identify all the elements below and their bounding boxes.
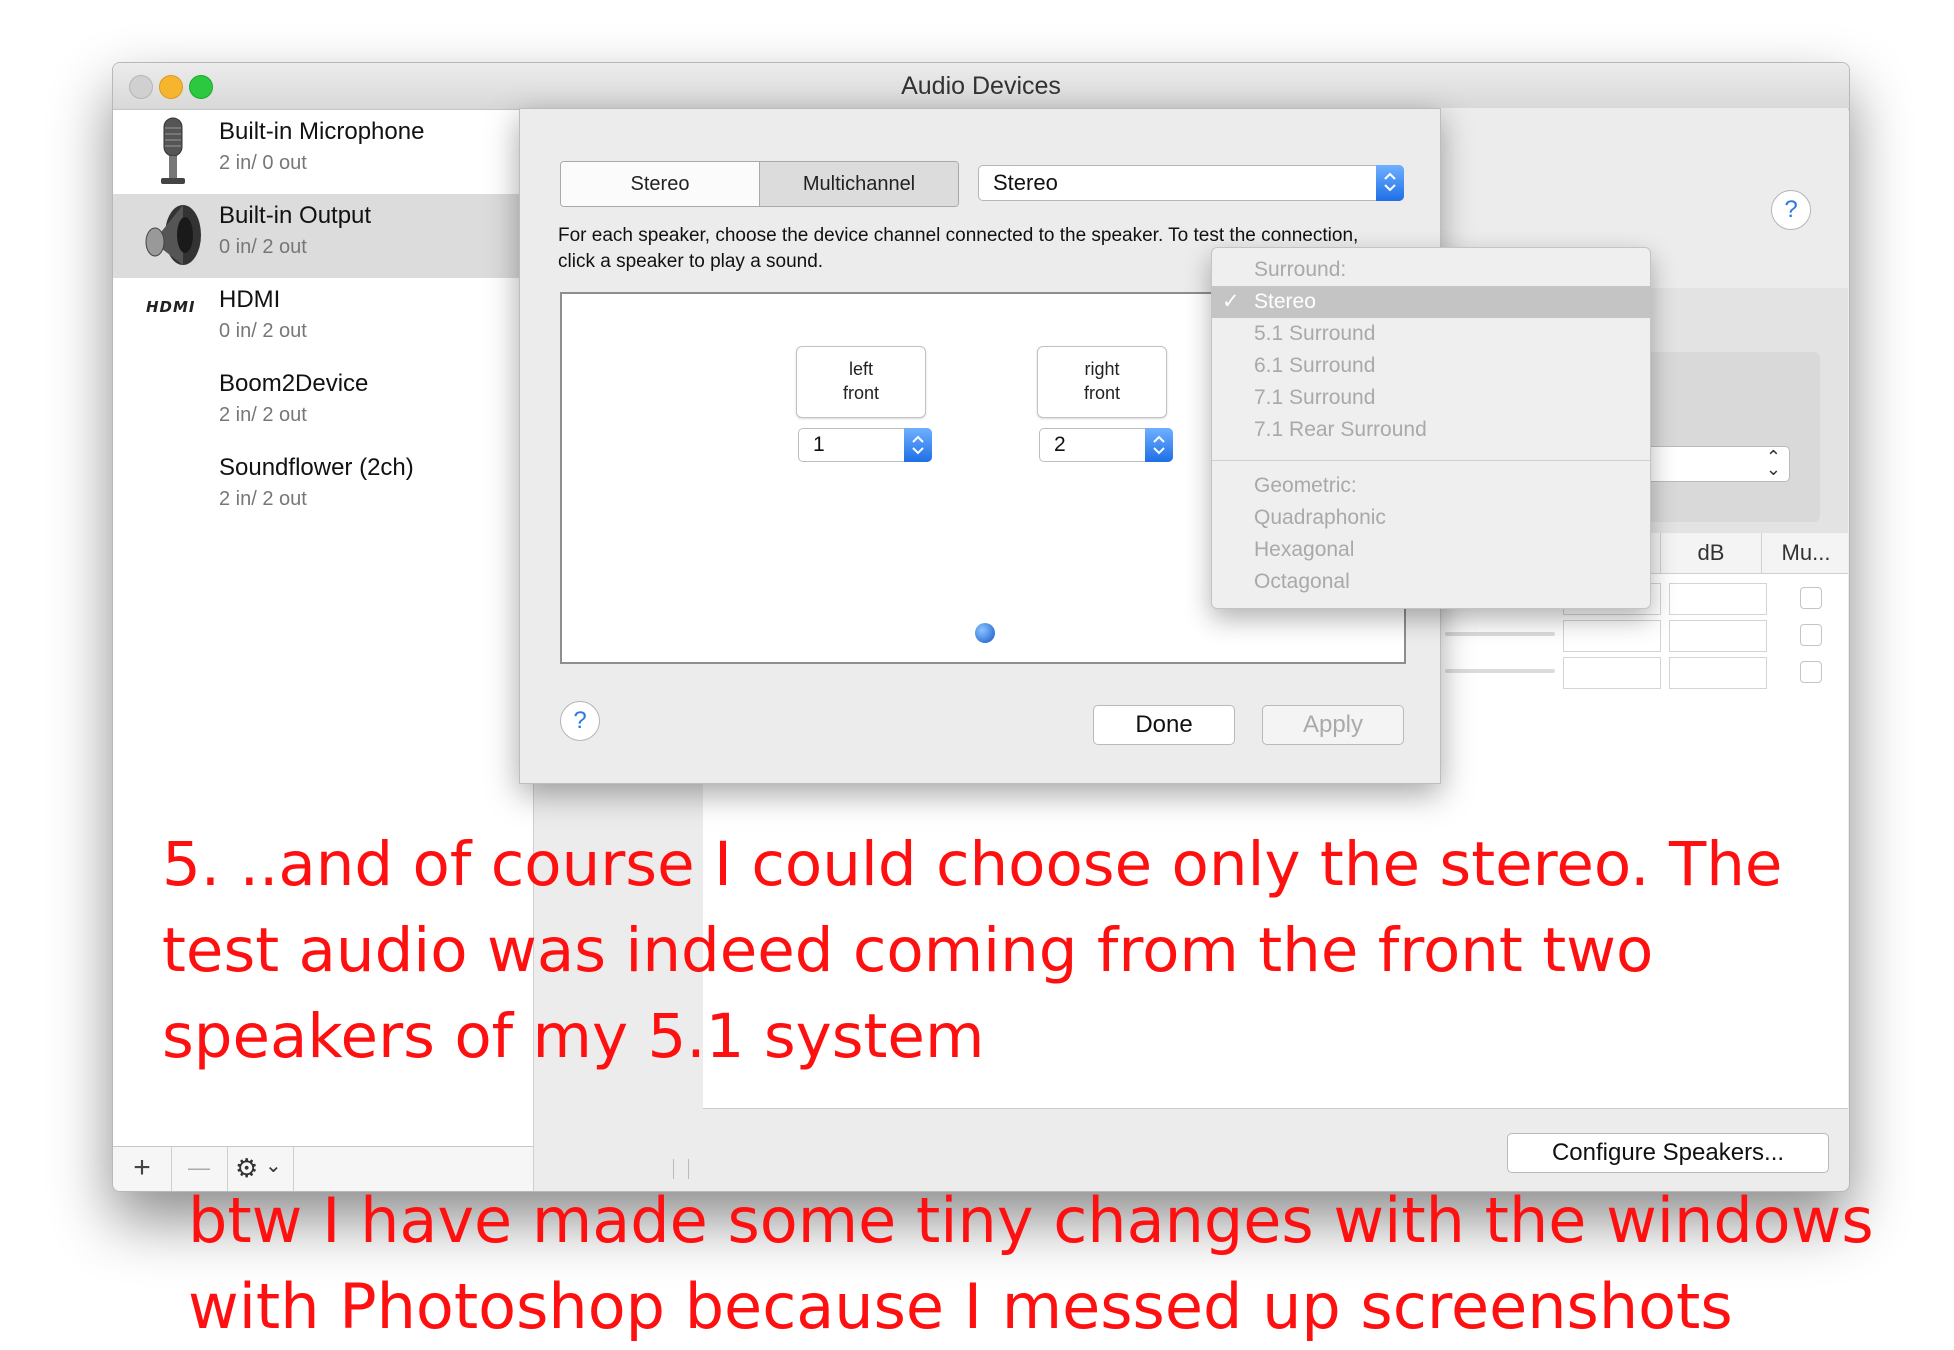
channel-value: 2 (1054, 433, 1066, 456)
speaker-label-line2: front (1083, 383, 1121, 403)
device-io: 2 in/ 2 out (219, 404, 307, 426)
annotation-bottom: btw I have made some tiny changes with t… (188, 1178, 1874, 1350)
col-mute-header[interactable]: Mu... (1764, 533, 1848, 573)
speaker-label-line1: left (848, 359, 873, 379)
mute-checkbox[interactable] (1800, 624, 1822, 646)
configure-speakers-button[interactable]: Configure Speakers... (1507, 1133, 1829, 1173)
configuration-popup-value: Stereo (993, 170, 1058, 195)
chevron-up-down-icon: ⌃ ⌄ (1765, 447, 1781, 479)
done-button[interactable]: Done (1093, 705, 1235, 745)
menu-header-geometric: Geometric: (1254, 474, 1357, 497)
annotation-main: 5. ..and of course I could choose only t… (162, 822, 1782, 1080)
channel-select-left[interactable]: 1 (798, 428, 932, 462)
channel-value: 1 (813, 433, 825, 456)
channel-select-right[interactable]: 2 (1039, 428, 1173, 462)
mute-checkbox[interactable] (1800, 587, 1822, 609)
title-bar[interactable]: Audio Devices (113, 63, 1849, 110)
speaker-right-front[interactable]: right front (1037, 346, 1167, 418)
tab-stereo[interactable]: Stereo (561, 162, 760, 206)
configuration-popup[interactable]: Stereo (978, 165, 1404, 201)
value-field[interactable] (1563, 620, 1661, 652)
device-item-built-in-output[interactable]: Built-in Output 0 in/ 2 out (113, 194, 533, 278)
speaker-label-line2: front (842, 383, 880, 403)
speaker-label-line1: right (1084, 359, 1120, 379)
listener-position-icon (975, 623, 995, 643)
chevron-up-down-icon (904, 428, 932, 462)
device-name: Soundflower (2ch) (219, 454, 414, 481)
add-device-button[interactable]: + (113, 1147, 172, 1191)
device-item-hdmi[interactable]: HDMI HDMI 0 in/ 2 out (113, 278, 533, 362)
menu-item-octagonal[interactable]: Octagonal (1212, 566, 1650, 598)
apply-button[interactable]: Apply (1262, 705, 1404, 745)
db-field[interactable] (1669, 620, 1767, 652)
device-item-built-in-microphone[interactable]: Built-in Microphone 2 in/ 0 out (113, 110, 533, 194)
device-name: Built-in Microphone (219, 118, 425, 145)
annotation-line: btw I have made some tiny changes with t… (188, 1184, 1874, 1257)
menu-item-7-1-surround[interactable]: 7.1 Surround (1212, 382, 1650, 414)
mute-checkbox[interactable] (1800, 661, 1822, 683)
menu-item-stereo[interactable]: ✓ Stereo (1212, 286, 1650, 318)
configuration-menu: Surround: ✓ Stereo 5.1 Surround 6.1 Surro… (1211, 247, 1651, 609)
resize-handle[interactable] (673, 1159, 689, 1179)
annotation-line: speakers of my 5.1 system (162, 1001, 985, 1072)
annotation-line: with Photoshop because I messed up scree… (188, 1270, 1733, 1343)
volume-slider[interactable] (1445, 669, 1555, 673)
speaker-icon (143, 200, 203, 270)
microphone-icon (143, 116, 203, 186)
device-name: Boom2Device (219, 370, 369, 397)
menu-item-hexagonal[interactable]: Hexagonal (1212, 534, 1650, 566)
hdmi-icon: HDMI (146, 298, 196, 316)
annotation-line: test audio was indeed coming from the fr… (162, 915, 1654, 986)
col-db-header[interactable]: dB (1660, 533, 1762, 573)
window-title: Audio Devices (901, 72, 1061, 100)
tab-multichannel[interactable]: Multichannel (760, 162, 958, 206)
volume-slider[interactable] (1445, 632, 1555, 636)
menu-separator (1212, 460, 1650, 461)
device-name: HDMI (219, 286, 281, 313)
help-button[interactable]: ? (560, 701, 600, 741)
annotation-line: 5. ..and of course I could choose only t… (162, 829, 1783, 900)
menu-item-6-1-surround[interactable]: 6.1 Surround (1212, 350, 1650, 382)
menu-item-quadraphonic[interactable]: Quadraphonic (1212, 502, 1650, 534)
chevron-up-down-icon (1145, 428, 1173, 462)
device-item-soundflower[interactable]: Soundflower (2ch) 2 in/ 2 out (113, 446, 533, 530)
help-button-main[interactable]: ? (1771, 190, 1811, 230)
device-name: Built-in Output (219, 202, 372, 229)
chevron-up-down-icon (1376, 165, 1404, 201)
db-field[interactable] (1669, 583, 1767, 615)
device-io: 2 in/ 2 out (219, 488, 307, 510)
device-io: 0 in/ 2 out (219, 236, 307, 258)
menu-header-surround: Surround: (1254, 258, 1347, 281)
speaker-left-front[interactable]: left front (796, 346, 926, 418)
device-item-boom2device[interactable]: Boom2Device 2 in/ 2 out (113, 362, 533, 446)
checkmark-icon: ✓ (1222, 290, 1240, 313)
menu-item-5-1-surround[interactable]: 5.1 Surround (1212, 318, 1650, 350)
mode-segmented-control: Stereo Multichannel (560, 161, 959, 207)
device-io: 2 in/ 0 out (219, 152, 307, 174)
menu-item-7-1-rear-surround[interactable]: 7.1 Rear Surround (1212, 414, 1650, 446)
device-io: 0 in/ 2 out (219, 320, 307, 342)
value-field[interactable] (1563, 657, 1661, 689)
db-field[interactable] (1669, 657, 1767, 689)
